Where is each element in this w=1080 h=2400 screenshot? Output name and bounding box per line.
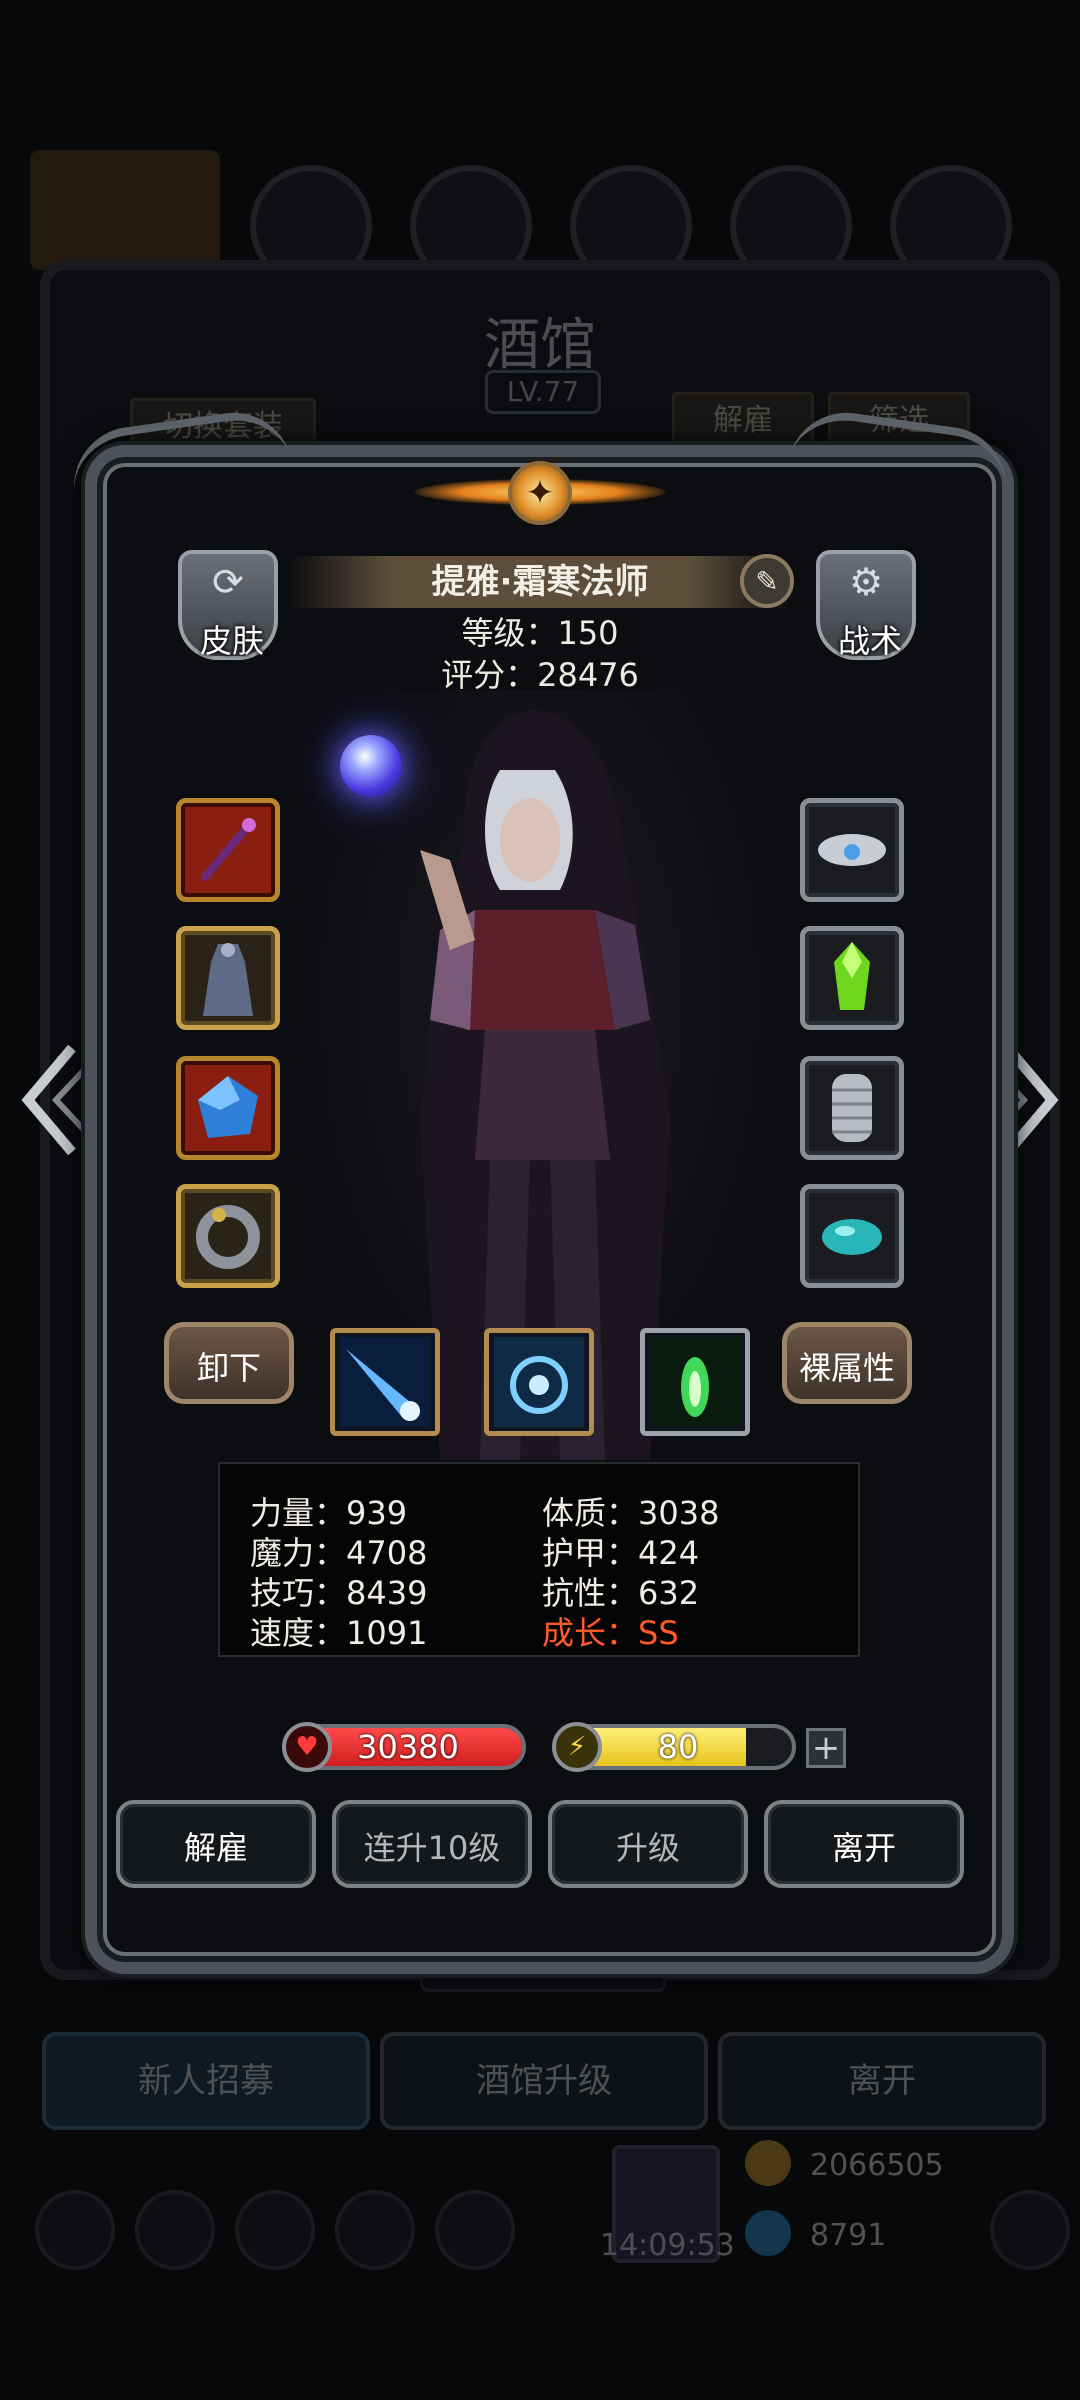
charm-slot[interactable] bbox=[800, 926, 904, 1030]
staff-icon bbox=[201, 818, 256, 881]
gold-coin-icon bbox=[745, 2140, 791, 2186]
level-up-10-button[interactable]: 连升10级 bbox=[332, 1800, 532, 1888]
bottom-nav-icon bbox=[35, 2190, 115, 2270]
skill-slot-2[interactable] bbox=[484, 1328, 594, 1436]
skin-label: 皮肤 bbox=[199, 622, 264, 660]
gem-slot[interactable] bbox=[176, 1056, 280, 1160]
stat-growth: 成长：SS bbox=[542, 1614, 679, 1652]
bottom-nav-icon bbox=[235, 2190, 315, 2270]
gem-amount: 8791 bbox=[810, 2218, 887, 2253]
pencil-icon: ✎ bbox=[755, 564, 779, 598]
rank-emblem: ✦ bbox=[415, 455, 665, 530]
add-energy-button[interactable]: + bbox=[806, 1728, 846, 1768]
stat-speed: 速度：1091 bbox=[250, 1614, 428, 1652]
gold-amount: 2066505 bbox=[810, 2148, 944, 2183]
shirt-refresh-icon: ⟳ bbox=[212, 560, 244, 604]
unequip-button[interactable]: 卸下 bbox=[164, 1322, 294, 1404]
bottom-nav-icon bbox=[990, 2190, 1070, 2270]
heart-icon: ♥ bbox=[282, 1722, 332, 1772]
skill-slot-3[interactable] bbox=[640, 1328, 750, 1436]
previous-hero-arrow-icon[interactable] bbox=[14, 1040, 94, 1160]
bg-recruit-button: 新人招募 bbox=[42, 2032, 370, 2130]
amulet-slot[interactable] bbox=[800, 798, 904, 902]
hero-name: 提雅·霜寒法师 bbox=[290, 556, 790, 608]
star-emblem-icon: ✦ bbox=[508, 461, 572, 525]
tactics-button[interactable]: ⚙ 战术 bbox=[816, 550, 916, 660]
hero-level: 等级：150 bbox=[461, 614, 619, 652]
bg-upgrade-tavern-button: 酒馆升级 bbox=[380, 2032, 708, 2130]
event-banner bbox=[30, 150, 220, 270]
bg-dismiss-chip: 解雇 bbox=[672, 392, 814, 450]
bg-leave-button: 离开 bbox=[718, 2032, 1046, 2130]
frost-vortex-skill-icon bbox=[494, 1337, 584, 1427]
green-crystal-icon bbox=[834, 942, 870, 1010]
weapon-slot[interactable] bbox=[176, 798, 280, 902]
dismiss-button[interactable]: 解雇 bbox=[116, 1800, 316, 1888]
tavern-title: 酒馆 bbox=[484, 313, 596, 378]
edit-name-button[interactable]: ✎ bbox=[740, 554, 794, 608]
robe-icon bbox=[203, 943, 253, 1016]
skin-button[interactable]: ⟳ 皮肤 bbox=[178, 550, 278, 660]
ice-bolt-skill-icon bbox=[340, 1337, 430, 1427]
tactics-label: 战术 bbox=[837, 622, 902, 660]
tavern-level: LV.77 bbox=[485, 370, 601, 414]
base-attributes-button[interactable]: 裸属性 bbox=[782, 1322, 912, 1404]
leave-button[interactable]: 离开 bbox=[764, 1800, 964, 1888]
level-up-button[interactable]: 升级 bbox=[548, 1800, 748, 1888]
gift-timer: 14:09:53 bbox=[600, 2228, 735, 2263]
wing-amulet-icon bbox=[818, 834, 886, 866]
ring-icon bbox=[196, 1205, 260, 1269]
stone-slot[interactable] bbox=[800, 1184, 904, 1288]
armor-slot[interactable] bbox=[176, 926, 280, 1030]
bottom-nav-icon bbox=[335, 2190, 415, 2270]
frost-orb-icon bbox=[340, 735, 402, 797]
skill-slot-1[interactable] bbox=[330, 1328, 440, 1436]
gear-icon: ⚙ bbox=[848, 560, 884, 604]
gem-icon bbox=[745, 2210, 791, 2256]
chainmail-icon bbox=[832, 1074, 872, 1142]
turquoise-stone-icon bbox=[822, 1219, 882, 1255]
chainmail-slot[interactable] bbox=[800, 1056, 904, 1160]
ring-slot[interactable] bbox=[176, 1184, 280, 1288]
hero-score: 评分：28476 bbox=[441, 656, 639, 694]
bottom-nav-icon bbox=[435, 2190, 515, 2270]
bottom-nav-icon bbox=[135, 2190, 215, 2270]
stats-panel: 力量：939 魔力：4708 技巧：8439 速度：1091 体质：3038 护… bbox=[218, 1462, 860, 1657]
blue-crystal-icon bbox=[198, 1076, 258, 1138]
green-flame-skill-icon bbox=[650, 1337, 740, 1427]
lightning-icon: ⚡ bbox=[552, 1722, 602, 1772]
